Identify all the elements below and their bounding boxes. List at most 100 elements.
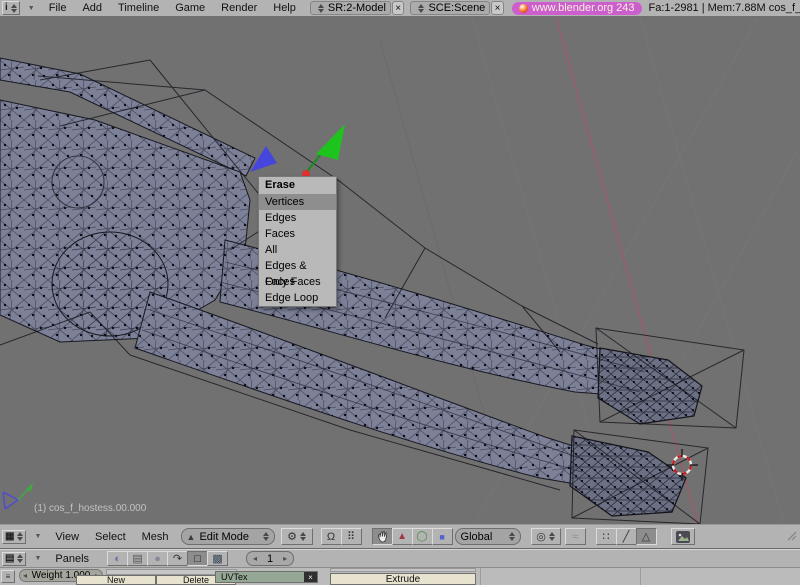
render-preview-button[interactable] — [671, 528, 695, 545]
falloff-dropdown[interactable]: ≈ — [565, 528, 586, 545]
screen-selector-value: SR:2-Model — [328, 2, 386, 14]
view3d-header: ▦ ▼ View Select Mesh ▲ Edit Mode ⚙ Ω ⠿ — [0, 524, 800, 549]
proportional-edit-dropdown[interactable]: ◎ — [531, 528, 561, 545]
popup-title: Erase — [259, 177, 336, 194]
gear-icon: ⚙ — [287, 530, 297, 543]
collapse-menu-icon[interactable]: ▼ — [34, 533, 41, 540]
uvtex-delete-button[interactable]: × — [304, 572, 317, 582]
menu-item-all[interactable]: All — [259, 242, 336, 258]
panel-align-button[interactable]: ≡ — [1, 570, 15, 583]
script-icon: ▤ — [132, 552, 142, 565]
scene-close-button[interactable]: × — [491, 1, 503, 15]
buttons-window-header: ▤ ▼ Panels ◐ ▤ ● ↷ □ ▩ ◂ — [0, 549, 800, 568]
spin-arrows-icon — [300, 532, 306, 541]
manipulator-translate-button[interactable]: ▲ — [392, 528, 413, 545]
collapse-menu-icon[interactable]: ▼ — [34, 555, 41, 562]
pivot-icon: Ω — [327, 531, 335, 543]
mode-triangle-icon: ▲ — [187, 532, 196, 542]
menu-item-faces[interactable]: Faces — [259, 226, 336, 242]
logic-buttons-button[interactable]: ◐ — [107, 551, 128, 566]
info-window-icon: i — [5, 3, 8, 13]
spin-arrows-icon — [17, 532, 23, 541]
uvtex-name-field[interactable]: UVTex × — [215, 571, 318, 583]
menu-item-edge-loop[interactable]: Edge Loop — [259, 290, 336, 306]
shading-icon: ● — [154, 553, 161, 565]
screen-close-button[interactable]: × — [392, 1, 404, 15]
grid-window-icon: ▦ — [5, 532, 14, 542]
screen-selector[interactable]: SR:2-Model — [310, 1, 391, 15]
scale-icon: ■ — [439, 532, 444, 542]
menu-render[interactable]: Render — [221, 2, 257, 14]
blender-org-button[interactable]: www.blender.org 243 — [512, 2, 642, 15]
menu-timeline[interactable]: Timeline — [118, 2, 159, 14]
resize-grip-icon[interactable] — [786, 528, 797, 546]
menu-mesh[interactable]: Mesh — [142, 531, 169, 543]
falloff-icon: ≈ — [572, 531, 578, 543]
weight-decrement-icon[interactable]: ◂ — [23, 571, 27, 580]
menu-item-edges-faces[interactable]: Edges & Faces — [259, 258, 336, 274]
editing-buttons-button[interactable]: □ — [187, 551, 208, 566]
object-buttons-button[interactable]: ↷ — [167, 551, 188, 566]
script-buttons-button[interactable]: ▤ — [127, 551, 148, 566]
menu-select[interactable]: Select — [95, 531, 126, 543]
mode-dropdown[interactable]: ▲ Edit Mode — [181, 528, 275, 545]
menu-item-edges[interactable]: Edges — [259, 210, 336, 226]
manipulator-rotate-button[interactable]: ◯ — [412, 528, 433, 545]
scene-selector[interactable]: SCE:Scene — [410, 1, 490, 15]
browse-scenes-icon — [418, 4, 424, 13]
manipulator-toggle-button[interactable] — [372, 528, 393, 545]
face-select-button[interactable]: △ — [636, 528, 657, 545]
menu-help[interactable]: Help — [273, 2, 296, 14]
uvtex-value: UVTex — [221, 572, 248, 582]
view3d-window-type-button[interactable]: ▦ — [2, 530, 26, 544]
window-type-button[interactable]: i — [2, 1, 20, 15]
menu-panels[interactable]: Panels — [55, 553, 89, 565]
buttons-window-type-button[interactable]: ▤ — [2, 552, 26, 566]
edge-select-button[interactable]: ╱ — [616, 528, 637, 545]
render-image-icon — [676, 531, 690, 543]
rotate-icon: ◯ — [416, 531, 427, 542]
object-info-text: (1) cos_f_hostess.00.000 — [34, 503, 146, 514]
mode-dropdown-value: Edit Mode — [199, 531, 249, 543]
menu-item-vertices[interactable]: Vertices — [259, 194, 336, 210]
frame-increment-icon[interactable]: ▸ — [283, 554, 287, 563]
orientation-dropdown[interactable]: Global — [455, 528, 521, 545]
vertex-select-button[interactable]: ∷ — [596, 528, 617, 545]
move-centers-button[interactable]: ⠿ — [341, 528, 362, 545]
centers-dots-icon: ⠿ — [347, 530, 355, 543]
blender-ball-icon — [519, 4, 528, 13]
frame-number-stepper[interactable]: ◂ 1 ▸ — [246, 551, 294, 566]
panel-tab-icon: ≡ — [6, 572, 11, 581]
vertex-group-new-button[interactable]: New — [76, 575, 156, 585]
orientation-value: Global — [461, 531, 493, 543]
menu-add[interactable]: Add — [82, 2, 102, 14]
menu-view[interactable]: View — [55, 531, 79, 543]
spin-arrows-icon — [17, 554, 23, 563]
panel-tabs — [330, 568, 476, 572]
erase-popup-menu: Erase Vertices Edges Faces All Edges & F… — [258, 176, 337, 307]
menu-game[interactable]: Game — [175, 2, 205, 14]
spin-arrows-icon — [11, 4, 17, 13]
spin-arrows-icon — [509, 532, 515, 541]
browse-screens-icon — [318, 4, 324, 13]
buttons-panel-strip: ≡ ◂ Weight 1.000 ▸ New Delete UVTex × Ex… — [0, 568, 800, 585]
edge-mode-icon: ╱ — [623, 530, 630, 543]
viewport-3d[interactable]: (1) cos_f_hostess.00.000 Erase Vertices … — [0, 17, 800, 524]
frame-decrement-icon[interactable]: ◂ — [253, 554, 257, 563]
panel-divider — [480, 568, 481, 585]
menu-file[interactable]: File — [49, 2, 67, 14]
viewport-canvas[interactable] — [0, 17, 800, 524]
scene-buttons-button[interactable]: ▩ — [207, 551, 228, 566]
pivot-dropdown[interactable]: Ω — [321, 528, 342, 545]
logic-icon: ◐ — [114, 553, 121, 565]
spin-arrows-icon — [263, 532, 269, 541]
manipulator-scale-button[interactable]: ■ — [432, 528, 453, 545]
shading-buttons-button[interactable]: ● — [147, 551, 168, 566]
extrude-button[interactable]: Extrude — [330, 573, 476, 585]
scene-selector-value: SCE:Scene — [428, 2, 485, 14]
buttons-window-icon: ▤ — [5, 554, 14, 564]
menu-item-only-faces[interactable]: Only Faces — [259, 274, 336, 290]
spin-arrows-icon — [549, 532, 555, 541]
draw-type-dropdown[interactable]: ⚙ — [281, 528, 313, 545]
collapse-menu-icon[interactable]: ▼ — [28, 5, 35, 12]
